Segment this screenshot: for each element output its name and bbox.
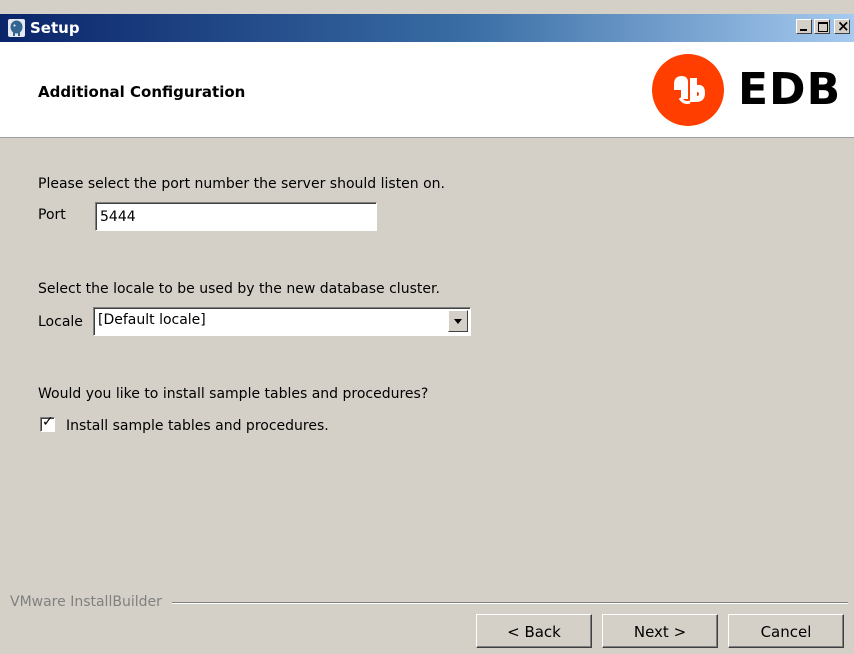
maximize-button[interactable] <box>814 19 830 34</box>
setup-window: Setup Additional Configuration EDB Pleas… <box>0 0 854 654</box>
edb-logo-mark <box>674 76 705 104</box>
close-button[interactable] <box>834 17 850 35</box>
page-header: Additional Configuration EDB <box>0 42 854 138</box>
port-input[interactable] <box>95 202 377 231</box>
chevron-down-icon[interactable] <box>448 310 468 332</box>
locale-select[interactable]: [Default locale] <box>93 307 471 336</box>
edb-logo-text: EDB <box>738 64 842 115</box>
title-bar[interactable]: Setup <box>0 14 854 42</box>
window-title: Setup <box>30 19 80 37</box>
sample-tables-checkbox[interactable]: ✓ <box>40 414 55 432</box>
postgres-elephant-icon <box>8 19 25 37</box>
footer-divider <box>172 602 848 604</box>
locale-prompt: Select the locale to be used by the new … <box>38 281 440 297</box>
cancel-button[interactable]: Cancel <box>728 614 844 648</box>
next-button[interactable]: Next > <box>602 614 718 648</box>
minimize-button[interactable] <box>796 19 812 34</box>
back-button[interactable]: < Back <box>476 614 592 648</box>
port-prompt: Please select the port number the server… <box>38 176 446 192</box>
locale-selected-value: [Default locale] <box>98 312 206 328</box>
sample-prompt: Would you like to install sample tables … <box>38 386 429 402</box>
page-title: Additional Configuration <box>38 83 246 101</box>
locale-label: Locale <box>38 314 83 330</box>
port-label: Port <box>38 207 66 223</box>
sample-checkbox-label[interactable]: Install sample tables and procedures. <box>66 418 329 434</box>
checkmark-icon: ✓ <box>42 414 54 430</box>
installer-brand: VMware InstallBuilder <box>10 594 162 610</box>
edb-logo-icon <box>652 54 724 126</box>
